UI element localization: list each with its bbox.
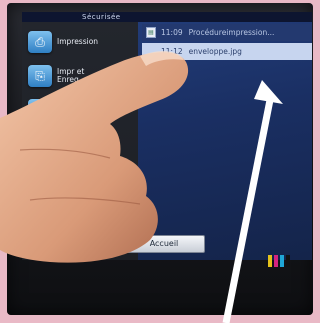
job-row[interactable]: ▤ 11:09 Procédureimpression... <box>142 24 312 41</box>
sidebar-item-label: Sup <box>57 105 72 114</box>
toner-indicator <box>268 255 290 267</box>
photo-background: Sécurisée ⎙ Impression ⎘ Impr et Enreg 🗑… <box>0 0 320 323</box>
printer-icon: ⎙ <box>28 31 52 53</box>
screen-title-bar: Sécurisée <box>22 12 312 22</box>
toner-yellow-icon <box>268 255 272 267</box>
sidebar-item-label: Impression <box>57 37 99 46</box>
job-time: 11:09 <box>161 28 183 37</box>
touch-screen: Sécurisée ⎙ Impression ⎘ Impr et Enreg 🗑… <box>22 12 312 260</box>
job-name: enveloppe.jpg <box>188 47 242 56</box>
job-time: 11:12 <box>161 47 183 56</box>
toner-cyan-icon <box>280 255 284 267</box>
home-button[interactable]: Accueil <box>123 235 205 253</box>
usb-label: USB <box>114 174 129 182</box>
job-row-selected[interactable]: ▤ 11:12 enveloppe.jpg <box>142 43 312 60</box>
print-save-icon: ⎘ <box>28 65 52 87</box>
toner-magenta-icon <box>274 255 278 267</box>
sidebar: ⎙ Impression ⎘ Impr et Enreg 🗑 Sup <box>22 22 138 260</box>
screen-title: Sécurisée <box>82 13 121 21</box>
document-icon: ▤ <box>146 27 156 38</box>
sidebar-item-suppr[interactable]: 🗑 Sup <box>28 96 136 124</box>
job-name: Procédureimpression... <box>188 28 275 37</box>
sidebar-item-impression[interactable]: ⎙ Impression <box>28 28 136 56</box>
sidebar-item-label: Impr et Enreg <box>57 67 85 84</box>
toner-black-icon <box>286 255 290 267</box>
delete-icon: 🗑 <box>28 99 52 121</box>
sidebar-item-impr-enreg[interactable]: ⎘ Impr et Enreg <box>28 62 136 90</box>
